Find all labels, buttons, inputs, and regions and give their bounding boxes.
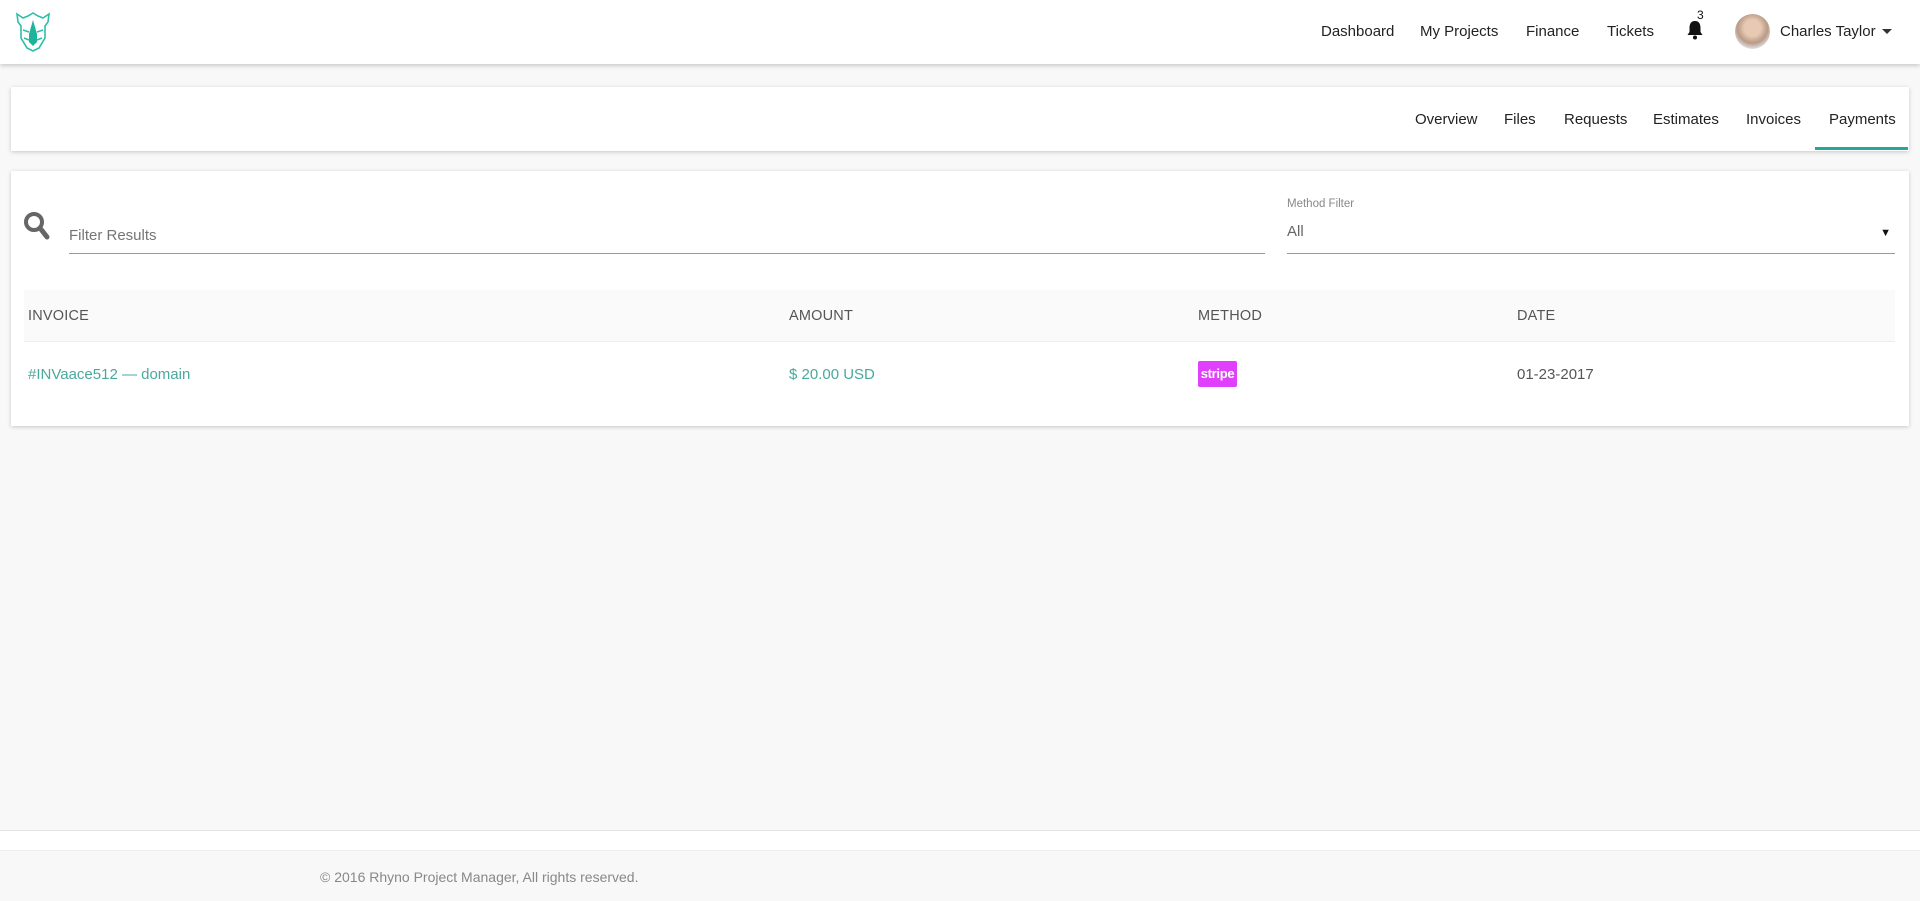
col-amount: AMOUNT: [789, 308, 854, 324]
amount: $ 20.00 USD: [789, 366, 875, 383]
footer-copyright: © 2016 Rhyno Project Manager, All rights…: [320, 869, 639, 885]
search-icon: [24, 212, 50, 240]
tab-requests[interactable]: Requests: [1564, 111, 1627, 128]
method-filter-select[interactable]: All ▼: [1287, 218, 1895, 254]
active-tab-indicator: [1815, 147, 1908, 150]
filter-results-input[interactable]: [69, 218, 1265, 254]
nav-my-projects[interactable]: My Projects: [1420, 23, 1498, 40]
user-menu-caret-icon[interactable]: [1882, 29, 1892, 34]
notification-count: 3: [1697, 8, 1704, 22]
footer-divider: [0, 830, 1920, 851]
invoice-link[interactable]: #INVaace512 — domain: [28, 366, 190, 383]
col-invoice: INVOICE: [28, 308, 90, 324]
nav-dashboard[interactable]: Dashboard: [1321, 23, 1394, 40]
col-date: DATE: [1517, 308, 1556, 324]
bell-icon[interactable]: [1686, 20, 1704, 40]
rhino-logo-icon[interactable]: [15, 10, 51, 52]
nav-tickets[interactable]: Tickets: [1607, 23, 1654, 40]
method-filter-value: All: [1287, 223, 1304, 240]
tab-files[interactable]: Files: [1504, 111, 1536, 128]
col-method: METHOD: [1198, 308, 1263, 324]
tab-invoices[interactable]: Invoices: [1746, 111, 1801, 128]
stripe-badge: stripe: [1198, 361, 1237, 387]
table-header: [24, 290, 1895, 342]
user-avatar[interactable]: [1735, 14, 1770, 49]
top-navbar: Dashboard My Projects Finance Tickets 3 …: [0, 0, 1920, 64]
dropdown-arrow-icon: ▼: [1880, 227, 1891, 239]
tab-estimates[interactable]: Estimates: [1653, 111, 1719, 128]
nav-finance[interactable]: Finance: [1526, 23, 1579, 40]
tab-overview[interactable]: Overview: [1415, 111, 1478, 128]
user-name[interactable]: Charles Taylor: [1780, 23, 1876, 40]
date: 01-23-2017: [1517, 366, 1594, 383]
method-filter-label: Method Filter: [1287, 198, 1355, 210]
tab-payments[interactable]: Payments: [1829, 111, 1896, 128]
